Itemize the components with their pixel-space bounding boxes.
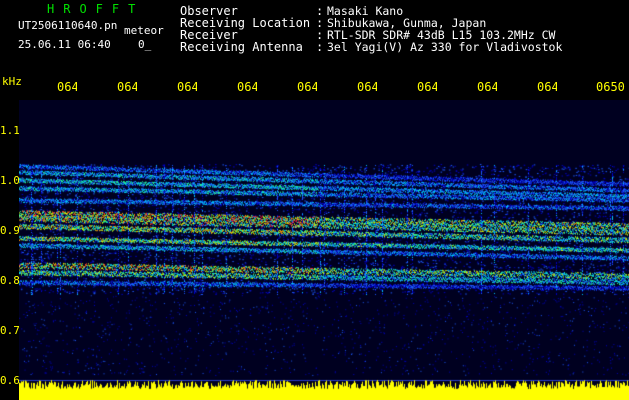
hrofft-screen: HROFFT UT2506110640.pn meteor 25.06.11 0… <box>0 0 629 400</box>
time-label-0644: 0644 <box>237 80 257 94</box>
time-label-0641: 0641 <box>57 80 77 94</box>
time-label-0650: 0650 <box>596 80 625 94</box>
time-label-0645: 0645 <box>297 80 317 94</box>
freq-label-0-7: 0.7 <box>0 324 20 337</box>
spectrogram-plot <box>19 100 629 400</box>
time-label-0642: 0642 <box>117 80 137 94</box>
date-time: 25.06.11 06:40 <box>18 38 111 51</box>
freq-unit-label: kHz <box>2 75 22 88</box>
freq-label-0-9: 0.9 <box>0 224 20 237</box>
antenna-label: Receiving Antenna <box>180 40 303 54</box>
mode-label: meteor <box>124 24 164 37</box>
file-name: UT2506110640.pn <box>18 19 118 32</box>
time-label-0648: 0648 <box>477 80 497 94</box>
time-label-0646: 0646 <box>357 80 377 94</box>
spectrogram-canvas <box>19 100 629 400</box>
time-label-0647: 0647 <box>417 80 437 94</box>
freq-label-1-0: 1.0 <box>0 174 20 187</box>
time-label-0643: 0643 <box>177 80 197 94</box>
app-title: HROFFT <box>47 2 145 16</box>
date-time-extra: 0_ <box>138 38 152 51</box>
freq-label-0-6: 0.6 <box>0 374 20 387</box>
time-label-0649: 0649 <box>537 80 557 94</box>
freq-label-1-1: 1.1 <box>0 124 20 137</box>
freq-label-0-8: 0.8 <box>0 274 20 287</box>
antenna-colon: : <box>316 40 324 54</box>
antenna-value: 3el Yagi(V) Az 330 for Vladivostok <box>327 40 563 54</box>
